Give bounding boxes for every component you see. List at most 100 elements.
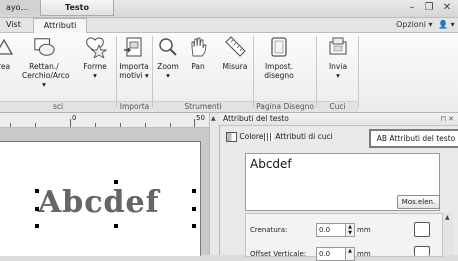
ruler-label-50: 50 — [196, 114, 205, 122]
send-label: Invia — [328, 62, 348, 71]
options-label: Opzioni — [396, 20, 426, 29]
properties-scrollbar[interactable]: ▲ — [442, 213, 453, 255]
group-label-text: Pagina Disegno — [256, 102, 314, 111]
kerning-stepper[interactable]: ▲ ▼ — [345, 223, 355, 237]
zoom-button[interactable]: Zoom ▾ — [154, 36, 182, 94]
stitch-icon — [264, 133, 273, 141]
group-label-text: Strumenti — [184, 102, 222, 111]
ribbon-separator — [253, 36, 254, 108]
group-label-sew: Cuci — [317, 101, 358, 112]
tab-colore[interactable]: Colore — [224, 129, 265, 144]
kerning-reset-icon[interactable] — [414, 222, 430, 237]
page-settings-icon — [271, 37, 287, 57]
restore-button[interactable]: ❐ — [421, 1, 437, 15]
ruler-label-0: 0 — [72, 114, 77, 122]
text-input-value: Abcdef — [250, 157, 292, 171]
pan-button[interactable]: Pan — [184, 36, 212, 94]
import-patterns-button[interactable]: Importa motivi ▾ — [117, 36, 151, 94]
import-icon — [124, 37, 142, 57]
send-button[interactable]: Invia ▾ — [322, 36, 354, 94]
area-label: rea — [0, 62, 11, 71]
selection-handle[interactable] — [192, 207, 196, 211]
canvas-vertical-scrollbar[interactable]: ▲ — [209, 113, 219, 255]
pan-label: Pan — [191, 62, 205, 71]
ruler-tick — [194, 119, 195, 127]
embroidery-text[interactable]: Abcdef — [38, 185, 160, 220]
vertical-offset-unit: mm — [357, 250, 371, 258]
scroll-up-icon[interactable]: ▲ — [445, 214, 450, 221]
design-settings-button[interactable]: Impost. disegno — [256, 36, 302, 94]
group-label-import: Importa — [117, 101, 152, 112]
help-icon[interactable]: 👤 — [438, 20, 448, 29]
tab-layout[interactable]: ayo... — [0, 0, 41, 15]
selection-handle[interactable] — [35, 189, 39, 193]
measure-button[interactable]: Misura — [218, 36, 252, 94]
area-button[interactable]: rea — [0, 36, 22, 94]
tab-text-attributes[interactable]: AB Attributi del testo — [369, 129, 458, 148]
selection-handle[interactable] — [35, 207, 39, 211]
tab-text-attributes-label: AB Attributi del testo — [376, 134, 456, 143]
group-label-page: Pagina Disegno — [254, 101, 316, 112]
send-chevron: ▾ — [336, 71, 340, 80]
rect-label-1: Rettan./ — [29, 62, 59, 71]
import-label-2: motivi ▾ — [119, 71, 149, 80]
measure-label: Misura — [222, 62, 248, 71]
send-machine-icon — [329, 37, 347, 55]
options-menu[interactable]: Opzioni ▾ 👤 ▾ — [396, 18, 455, 32]
horizontal-ruler: 0 50 — [0, 113, 209, 128]
ruler-icon — [225, 36, 246, 57]
selection-handle[interactable] — [114, 224, 118, 228]
selection-handle[interactable] — [192, 224, 196, 228]
group-label-shapes: sci — [0, 101, 116, 112]
minimize-button[interactable]: – — [404, 1, 420, 15]
panel-titlebar: Attributi del testo ⊓ ✕ — [219, 113, 458, 126]
tab-stitch-attributes[interactable]: Attributi di cuci — [262, 129, 335, 144]
chevron-down-icon: ▾ — [428, 20, 433, 29]
rect-circle-arc-button[interactable]: Rettan./ Cerchio/Arco ▾ — [22, 36, 70, 94]
ruler-tick — [95, 123, 96, 127]
tab-testo-context[interactable]: Testo — [40, 0, 114, 16]
close-button[interactable]: ✕ — [439, 1, 455, 15]
kerning-label: Crenatura: — [250, 226, 288, 234]
design-settings-label-2: disegno — [264, 71, 294, 80]
kerning-unit: mm — [357, 226, 371, 234]
panel-pin-close[interactable]: ⊓ ✕ — [440, 113, 454, 125]
shapes-label: Forme — [83, 62, 107, 71]
import-label-1: Importa — [119, 62, 149, 71]
panel-title: Attributi del testo — [223, 114, 289, 123]
tab-attributi[interactable]: Attributi — [33, 18, 87, 33]
ruler-tick — [120, 123, 121, 127]
tab-stitch-label: Attributi di cuci — [275, 132, 333, 141]
group-label-text: Importa — [119, 102, 150, 111]
zoom-label: Zoom — [157, 62, 179, 71]
design-settings-label-1: Impost. — [264, 62, 294, 71]
vertical-offset-label: Offset Verticale: — [250, 250, 307, 258]
ruler-tick — [35, 123, 36, 127]
selection-handle[interactable] — [35, 224, 39, 228]
ruler-tick — [10, 123, 11, 127]
scroll-up-icon[interactable]: ▲ — [211, 115, 216, 122]
shapes-icon — [86, 37, 108, 60]
text-input[interactable]: Abcdef — [245, 153, 440, 183]
show-list-button[interactable]: Mos.elen. — [397, 195, 440, 209]
vertical-offset-stepper[interactable]: ▲ — [345, 247, 355, 261]
selection-handle[interactable] — [114, 180, 118, 184]
selection-handle[interactable] — [192, 189, 196, 193]
ruler-tick — [145, 123, 146, 127]
area-icon — [0, 38, 14, 55]
kerning-input[interactable]: 0.0 — [316, 223, 346, 237]
group-label-tools: Strumenti — [153, 101, 253, 112]
ribbon-separator — [358, 36, 359, 108]
rect-label-2: Cerchio/Arco ▾ — [22, 71, 70, 89]
group-label-text: Cuci — [329, 102, 346, 111]
vertical-offset-input[interactable]: 0.0 — [316, 247, 346, 261]
zoom-chevron: ▾ — [166, 71, 170, 80]
ruler-tick — [70, 119, 71, 127]
shapes-chevron: ▾ — [93, 71, 97, 80]
ribbon-separator — [316, 36, 317, 108]
tab-vista[interactable]: Vist — [2, 18, 25, 32]
hand-icon — [191, 37, 207, 57]
shapes-button[interactable]: Forme ▾ — [77, 36, 113, 94]
group-label-text: sci — [52, 102, 64, 111]
tab-colore-label: Colore — [239, 132, 264, 141]
